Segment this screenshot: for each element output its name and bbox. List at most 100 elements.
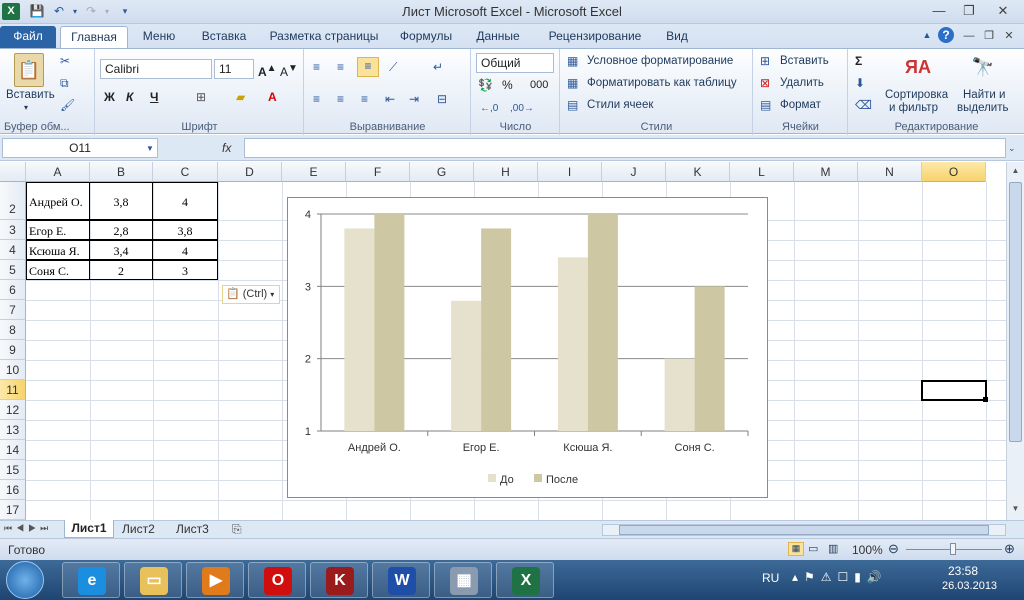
find-select-button-line2[interactable]: выделить (957, 102, 1009, 114)
tab-view[interactable]: Вид (660, 26, 694, 48)
currency-icon[interactable]: 💱 (478, 77, 493, 93)
decrease-decimal-icon[interactable]: ,00→ (510, 101, 534, 117)
tab-home[interactable]: Главная (60, 26, 128, 48)
shrink-font-icon[interactable]: A▼ (280, 61, 298, 80)
percent-button[interactable]: % (502, 77, 513, 93)
cell-styles-button[interactable]: Стили ячеек (587, 99, 653, 111)
sheet-tab-2[interactable]: Лист2 (122, 522, 155, 536)
format-cells-button[interactable]: Формат (780, 99, 821, 111)
paste-dropdown-icon[interactable]: ▾ (24, 103, 28, 112)
align-right-icon[interactable]: ≡ (361, 91, 368, 107)
row-header-5[interactable]: 5 (0, 260, 26, 280)
tab-insert[interactable]: Вставка (196, 26, 252, 48)
close-icon[interactable]: ✕ (990, 2, 1016, 20)
formula-input[interactable] (244, 138, 1006, 158)
paste-button[interactable]: Вставить (6, 89, 55, 101)
insert-cells-button[interactable]: Вставить (780, 55, 829, 67)
fill-icon[interactable]: ⬇ (855, 75, 865, 91)
tab-menu[interactable]: Меню (136, 26, 182, 48)
decrease-indent-icon[interactable]: ⇤ (385, 91, 395, 107)
thousands-button[interactable]: 000 (530, 77, 548, 93)
row-header-8[interactable]: 8 (0, 320, 26, 340)
taskbar-app-ie[interactable]: e (62, 562, 120, 598)
clear-icon[interactable]: ⌫ (855, 97, 872, 113)
merge-center-icon[interactable]: ⊟ (437, 91, 447, 107)
column-header-e[interactable]: E (282, 162, 346, 182)
taskbar-app-kaspersky[interactable]: K (310, 562, 368, 598)
format-as-table-button[interactable]: Форматировать как таблицу (587, 77, 737, 89)
taskbar-app-word[interactable]: W (372, 562, 430, 598)
row-header-16[interactable]: 16 (0, 480, 26, 500)
normal-view-icon[interactable]: ▦ (788, 542, 804, 556)
table-cell-a2[interactable]: Андрей О. (26, 182, 90, 220)
taskbar-app-calculator[interactable]: ▦ (434, 562, 492, 598)
language-indicator[interactable]: RU (762, 571, 779, 585)
name-box[interactable]: O11 (2, 138, 158, 158)
restore-icon[interactable]: ❐ (956, 2, 982, 20)
row-header-15[interactable]: 15 (0, 460, 26, 480)
sort-filter-button[interactable]: Сортировка (885, 89, 948, 101)
tab-formulas[interactable]: Формулы (396, 26, 456, 48)
borders-icon[interactable]: ⊞ (196, 89, 206, 105)
taskbar-app-excel[interactable]: X (496, 562, 554, 598)
doc-close-icon[interactable]: ✕ (996, 27, 1022, 45)
scroll-up-icon[interactable]: ▲ (1010, 166, 1021, 177)
find-select-button[interactable]: Найти и (963, 89, 1005, 101)
format-painter-icon[interactable]: 🖌 (60, 97, 75, 113)
page-break-view-icon[interactable]: ▥ (828, 542, 838, 555)
row-header-11[interactable]: 11 (0, 380, 26, 400)
column-header-k[interactable]: K (666, 162, 730, 182)
minimize-icon[interactable]: — (926, 2, 952, 20)
tray-icons[interactable]: ▴⚑⚠☐▮🔊 (792, 570, 888, 584)
h-scroll-thumb[interactable] (619, 525, 989, 535)
align-top-icon[interactable]: ≡ (313, 59, 320, 75)
wrap-text-icon[interactable]: ↵ (433, 59, 443, 75)
number-format-select[interactable]: Общий (476, 53, 554, 73)
conditional-formatting-button[interactable]: Условное форматирование (587, 55, 733, 67)
row-header-14[interactable]: 14 (0, 440, 26, 460)
align-bottom-icon[interactable]: ≡ (357, 57, 379, 77)
zoom-in-icon[interactable]: ⊕ (1004, 541, 1015, 557)
fill-handle[interactable] (983, 397, 988, 402)
bar-chart[interactable]: 1 2 3 4 Андрей О. Егор Е. Ксюша Я. Соня С. До Пос… (287, 197, 768, 498)
font-name-select[interactable]: Calibri (100, 59, 212, 79)
delete-cells-button[interactable]: Удалить (780, 77, 824, 89)
column-header-m[interactable]: M (794, 162, 858, 182)
scroll-down-icon[interactable]: ▼ (1010, 504, 1021, 515)
table-cell-a5[interactable]: Соня С. (26, 260, 90, 280)
table-cell-c3[interactable]: 3,8 (153, 220, 218, 240)
table-cell-c5[interactable]: 3 (153, 260, 218, 280)
taskbar-app-explorer[interactable]: ▭ (124, 562, 182, 598)
tab-page-layout[interactable]: Разметка страницы (264, 26, 384, 48)
column-header-n[interactable]: N (858, 162, 922, 182)
column-header-i[interactable]: I (538, 162, 602, 182)
active-cell-o11[interactable] (921, 380, 987, 401)
row-header-3[interactable]: 3 (0, 220, 26, 240)
font-size-select[interactable]: 11 (214, 59, 254, 79)
column-header-a[interactable]: A (26, 162, 90, 182)
paste-icon[interactable]: 📋 (14, 53, 44, 87)
zoom-out-icon[interactable]: ⊖ (888, 541, 899, 557)
font-color-icon[interactable]: A (268, 89, 277, 105)
tab-file[interactable]: Файл (0, 26, 56, 48)
scroll-thumb[interactable] (1009, 182, 1022, 442)
table-cell-b4[interactable]: 3,4 (90, 240, 153, 260)
column-header-b[interactable]: B (90, 162, 153, 182)
bold-button[interactable]: Ж (104, 89, 115, 105)
column-header-j[interactable]: J (602, 162, 666, 182)
column-header-f[interactable]: F (346, 162, 410, 182)
column-header-g[interactable]: G (410, 162, 474, 182)
align-middle-icon[interactable]: ≡ (337, 59, 344, 75)
align-left-icon[interactable]: ≡ (313, 91, 320, 107)
column-header-o[interactable]: O (922, 162, 986, 182)
vertical-scrollbar[interactable]: ▲ ▼ (1006, 162, 1024, 520)
taskbar-app-media-player[interactable]: ▶ (186, 562, 244, 598)
help-icon[interactable]: ? (938, 27, 954, 43)
row-header-12[interactable]: 12 (0, 400, 26, 420)
table-cell-b2[interactable]: 3,8 (90, 182, 153, 220)
copy-icon[interactable]: ⧉ (60, 75, 69, 91)
table-cell-c2[interactable]: 4 (153, 182, 218, 220)
grow-font-icon[interactable]: A▲ (258, 61, 277, 80)
table-cell-c4[interactable]: 4 (153, 240, 218, 260)
row-header-9[interactable]: 9 (0, 340, 26, 360)
